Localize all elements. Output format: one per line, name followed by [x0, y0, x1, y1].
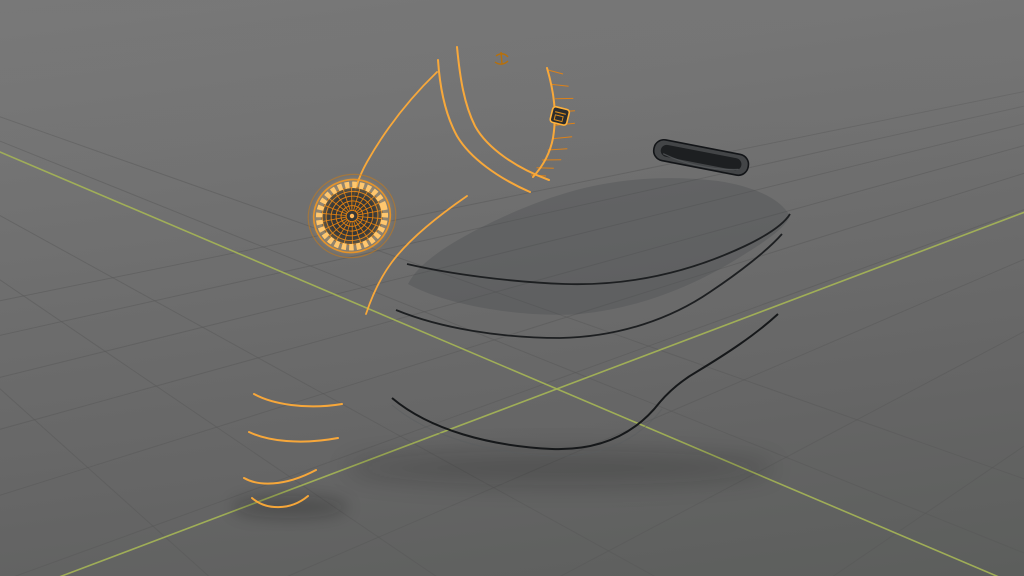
viewport-canvas[interactable]: 3D modeling viewport showing a selected … [0, 0, 1024, 576]
handle-dial [297, 163, 406, 269]
axis-line-1 [0, 135, 1024, 576]
case-lid-seam [408, 178, 790, 315]
viewport-3d[interactable]: 3D modeling viewport showing a selected … [0, 0, 1024, 576]
axis-lines [0, 135, 1024, 576]
handle-latch-button [550, 106, 570, 126]
horizon-fade [0, 0, 1024, 170]
contact-shadows [232, 451, 775, 518]
